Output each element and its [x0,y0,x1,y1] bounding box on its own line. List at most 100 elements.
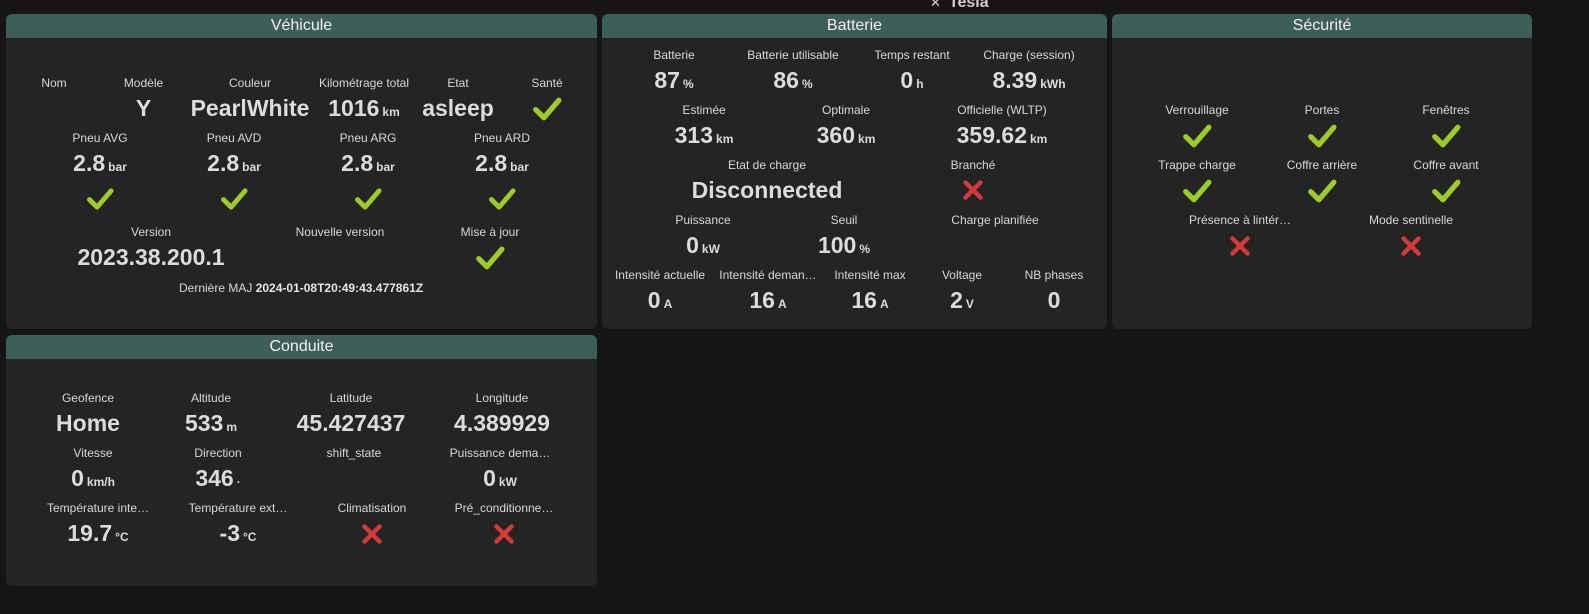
vitesse-label: Vitesse [73,446,113,460]
pneu-avd-check-icon [184,185,284,213]
pneu-avd-label: Pneu AVD [206,131,262,145]
wltp-value: 359.62 km [956,122,1048,148]
pneu-avd-value: 2.8 bar [207,150,261,176]
etat-charge-label: Etat de charge [727,158,807,172]
trappe-charge-check-icon [1147,176,1247,206]
intensite-demandee-value: 16 A [749,287,787,313]
conduite-card: Conduite Geofence Home Altitude 533 m Lat… [6,335,597,586]
mode-sentinelle-cross-icon [1356,233,1466,259]
geofence-value: Home [56,410,120,436]
modele-value: Y [135,95,152,121]
verrouillage-check-icon [1147,121,1247,151]
batterie-utilisable-label: Batterie utilisable [747,48,839,62]
temperature-exterieure-label: Température ext… [188,501,288,515]
charge-session-value: 8.39 kWh [992,67,1066,93]
nb-phases-value: 0 [1047,287,1061,313]
latitude-value: 45.427437 [296,410,406,436]
fenetres-label: Fenêtres [1422,103,1470,117]
puissance-value: 0 kW [686,232,720,258]
seuil-value: 100% [817,232,871,258]
batterie-utilisable-value: 86% [773,67,813,93]
pneu-arg-label: Pneu ARG [339,131,397,145]
geofence-label: Geofence [61,391,115,405]
temperature-exterieure-value: -3 °C [219,520,257,546]
tesla-icon: ✕ [930,0,941,10]
pneu-avg-value: 2.8 bar [73,150,127,176]
voltage-value: 2V [950,287,974,313]
portes-check-icon [1272,121,1372,151]
coffre-avant-label: Coffre avant [1413,158,1479,172]
couleur-label: Couleur [228,76,272,90]
temperature-interieure-value: 19.7 °C [67,520,129,546]
direction-label: Direction [194,446,242,460]
altitude-value: 533 m [184,410,238,436]
fenetres-check-icon [1396,121,1496,151]
batterie-label: Batterie [653,48,695,62]
conduite-header: Conduite [6,335,597,359]
charge-session-label: Charge (session) [983,48,1075,62]
sante-check-icon [517,94,577,124]
intensite-max-label: Intensité max [834,268,906,282]
trappe-charge-label: Trappe charge [1158,158,1236,172]
temps-restant-label: Temps restant [874,48,950,62]
etat-label: Etat [447,76,469,90]
puissance-demandee-value: 0 kW [483,465,517,491]
nom-label: Nom [41,76,67,90]
preconditionnement-cross-icon [450,521,558,547]
vitesse-value: 0 km/h [71,465,115,491]
dashboard-title: ✕ Tesla [930,0,989,12]
charge-planifiee-label: Charge planifiée [951,213,1039,227]
estimee-label: Estimée [682,103,726,117]
coffre-arriere-check-icon [1272,176,1372,206]
kilometrage-label: Kilométrage total [318,76,410,90]
altitude-label: Altitude [190,391,232,405]
mode-sentinelle-label: Mode sentinelle [1368,213,1454,227]
puissance-label: Puissance [675,213,731,227]
optimale-label: Optimale [821,103,871,117]
securite-card: Sécurité Verrouillage Portes Fenêtres Tr… [1112,14,1532,329]
nouvelle-version-label: Nouvelle version [295,225,385,239]
version-value: 2023.38.200.1 [77,244,225,270]
version-label: Version [130,225,172,239]
branche-cross-icon [923,177,1023,203]
shift-state-label: shift_state [326,446,382,460]
pneu-avg-label: Pneu AVG [72,131,128,145]
batterie-header: Batterie [602,14,1107,38]
coffre-arriere-label: Coffre arrière [1286,158,1358,172]
latitude-label: Latitude [329,391,373,405]
verrouillage-label: Verrouillage [1165,103,1229,117]
wltp-label: Officielle (WLTP) [957,103,1047,117]
securite-header: Sécurité [1112,14,1532,38]
batterie-card: Batterie Batterie 87% Batterie utilisabl… [602,14,1107,329]
pneu-ard-value: 2.8 bar [475,150,529,176]
branche-label: Branché [950,158,996,172]
estimee-value: 313 km [674,122,734,148]
temps-restant-value: 0h [900,67,924,93]
seuil-label: Seuil [830,213,858,227]
etat-value: asleep [422,95,494,121]
climatisation-cross-icon [322,521,422,547]
sante-label: Santé [531,76,563,90]
etat-charge-value: Disconnected [691,177,843,203]
presence-cross-icon [1180,233,1300,259]
portes-label: Portes [1304,103,1340,117]
coffre-avant-check-icon [1396,176,1496,206]
pneu-avg-check-icon [50,185,150,213]
intensite-max-value: 16 A [851,287,889,313]
batterie-value: 87% [654,67,694,93]
presence-label: Présence à lintér… [1188,213,1292,227]
derniere-maj: Dernière MAJ 2024-01-08T20:49:43.477861Z [179,281,424,295]
puissance-demandee-label: Puissance dema… [449,446,551,460]
pneu-arg-check-icon [318,185,418,213]
longitude-label: Longitude [475,391,529,405]
longitude-value: 4.389929 [454,410,550,436]
direction-value: 346 · [195,465,241,491]
intensite-actuelle-value: 0A [647,287,673,313]
vehicule-header: Véhicule [6,14,597,38]
vehicule-card: Véhicule Nom Modèle Y Couleur PearlWhite… [6,14,597,329]
nb-phases-label: NB phases [1024,268,1084,282]
pneu-ard-check-icon [452,185,552,213]
preconditionnement-label: Pré_conditionne… [454,501,554,515]
temperature-interieure-label: Température inte… [46,501,150,515]
mise-a-jour-check-icon [446,243,534,273]
